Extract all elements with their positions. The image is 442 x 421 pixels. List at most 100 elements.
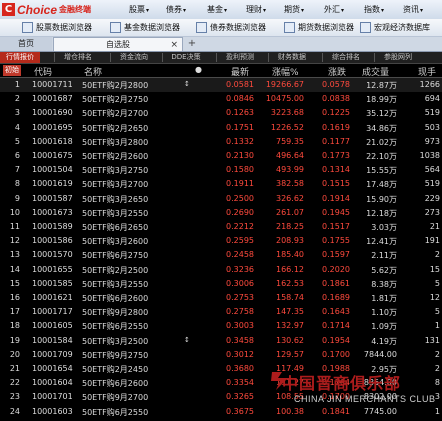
row-index: 19 (9, 335, 20, 345)
row-change: 0.1177 (322, 136, 350, 146)
column-header-price[interactable]: 最新 (231, 65, 249, 78)
row-index: 23 (9, 392, 20, 402)
table-row[interactable]: 4 10001695 50ETF购2月2650 0.1751 1226.52 0.1619… (0, 121, 442, 135)
row-change: 0.1515 (322, 179, 350, 189)
table-row[interactable]: 15 10001585 50ETF购3月2550 0.3006 162.53 0.1861… (0, 277, 442, 291)
table-row[interactable]: 3 10001690 50ETF购2月2700 0.1263 3223.68 0.1225… (0, 106, 442, 120)
row-code: 10001675 (32, 151, 73, 160)
row-name: 50ETF购2月2450 (82, 365, 149, 374)
row-change-pct: 382.58 (276, 179, 304, 189)
row-index: 15 (9, 278, 20, 288)
function-tab[interactable]: 资金流向 (114, 52, 154, 63)
function-tab[interactable]: 增仓排名 (58, 52, 98, 63)
table-row[interactable]: 6 10001675 50ETF购2月2600 0.2130 496.64 0.1773 2… (0, 149, 442, 163)
function-tab[interactable]: 盈利预测 (220, 52, 260, 63)
row-name: 50ETF购3月2650 (82, 194, 149, 204)
row-name: 50ETF购2月2600 (82, 152, 149, 161)
menu-item[interactable]: 指数▾ (364, 4, 384, 15)
row-price: 0.3675 (226, 406, 254, 416)
toolbar-button[interactable]: 宏观经济数据库 (360, 22, 430, 33)
table-row[interactable]: 14 10001655 50ETF购2月2500 0.3236 166.12 0.2020… (0, 263, 442, 277)
table-row[interactable]: 16 10001621 50ETF购6月2600 0.2753 158.74 0.1689… (0, 291, 442, 305)
row-current-lot: 519 (424, 179, 440, 189)
table-row[interactable]: 19 10001584 50ETF购3月2500 ↕ 0.3458 130.62 0.195… (0, 334, 442, 348)
table-row[interactable]: 13 10001570 50ETF购6月2750 0.2458 185.40 0.1597… (0, 248, 442, 262)
table-row[interactable]: 17 10001717 50ETF购9月2800 0.2758 147.35 0.1643… (0, 305, 442, 319)
column-header-change-pct[interactable]: 涨幅% (272, 65, 299, 78)
row-change-pct: 162.53 (276, 278, 304, 288)
toolbar-button[interactable]: 基金数据浏览器 (110, 22, 180, 33)
column-header-current-lot[interactable]: 现手 (418, 65, 436, 78)
menu-item[interactable]: 股票▾ (129, 4, 149, 15)
function-tab[interactable]: 综合排名 (326, 52, 366, 63)
row-price: 0.0581 (226, 80, 254, 89)
row-name: 50ETF购9月2750 (82, 350, 149, 360)
column-header-change[interactable]: 涨跌 (328, 65, 346, 78)
table-row[interactable]: 12 10001586 50ETF购3月2600 0.2595 208.93 0.1755… (0, 234, 442, 248)
table-row[interactable]: 20 10001709 50ETF购9月2750 0.3012 129.57 0.1700… (0, 348, 442, 362)
row-name: 50ETF购9月2800 (82, 308, 149, 318)
row-volume: 4.19万 (371, 336, 397, 346)
column-header-volume[interactable]: 成交量 (362, 65, 389, 78)
row-change: 0.1861 (322, 278, 350, 288)
menu-item[interactable]: 基金▾ (207, 4, 227, 15)
row-volume: 15.90万 (366, 194, 397, 204)
row-change-pct: 158.74 (276, 293, 304, 302)
row-current-lot: 2 (434, 250, 440, 260)
row-change: 0.1914 (322, 193, 350, 203)
menu-item[interactable]: 理财▾ (246, 4, 266, 15)
row-change: 0.1945 (322, 207, 350, 217)
add-tab-button[interactable]: + (186, 37, 198, 51)
close-icon[interactable]: × (170, 38, 178, 52)
toolbar-button-label: 股票数据浏览器 (36, 23, 92, 32)
row-index: 9 (14, 193, 20, 203)
table-row[interactable]: 18 10001605 50ETF购6月2550 0.3003 132.97 0.1714… (0, 319, 442, 333)
row-change: 0.1225 (322, 108, 350, 118)
row-name: 50ETF购6月2600 (82, 294, 149, 303)
row-current-lot: 519 (424, 108, 440, 118)
function-tab[interactable]: 参股网列 (378, 52, 418, 63)
table-row[interactable]: 8 10001619 50ETF购3月2700 0.1911 382.58 0.1515 1… (0, 177, 442, 191)
menu-item[interactable]: 债券▾ (166, 4, 186, 15)
row-index: 7 (14, 165, 20, 175)
row-current-lot: 191 (424, 236, 440, 246)
row-price: 0.2595 (226, 236, 254, 246)
column-header-initial[interactable]: 初始 (3, 65, 21, 76)
table-row[interactable]: 2 10001687 50ETF购2月2750 0.0846 10475.00 0.083… (0, 92, 442, 106)
table-row[interactable]: 1 10001711 50ETF购2月2800 ↕ 0.0581 19266.67 0.05… (0, 78, 442, 93)
row-change-pct: 208.93 (276, 236, 304, 246)
row-code: 10001673 (32, 207, 73, 217)
quick-toolbar: 股票数据浏览器 基金数据浏览器 债券数据浏览器 期货数据浏览器 宏观经济数据库 (0, 19, 442, 37)
row-price: 0.1332 (226, 136, 254, 146)
table-row[interactable]: 10 10001673 50ETF购3月2550 0.2690 261.07 0.1945… (0, 206, 442, 220)
chevron-down-icon: ▾ (301, 7, 305, 14)
tab-home[interactable]: 首页 (0, 37, 52, 51)
row-volume: 1.09万 (371, 322, 397, 332)
menu-item[interactable]: 资讯▾ (403, 4, 423, 15)
function-tab[interactable]: DDE决策 (166, 52, 206, 63)
watermark-subtitle: CHINA JIN MERCHANTS CLUB (294, 394, 436, 404)
toolbar-button[interactable]: 期货数据浏览器 (284, 22, 354, 33)
toolbar-button-label: 债券数据浏览器 (210, 23, 266, 32)
column-header-name[interactable]: 名称 (84, 65, 102, 78)
table-row[interactable]: 11 10001589 50ETF购6月2650 0.2212 218.25 0.1517… (0, 220, 442, 234)
function-tab[interactable]: 财务数据 (272, 52, 312, 63)
toolbar-button[interactable]: 债券数据浏览器 (196, 22, 266, 33)
row-name: 50ETF购3月2550 (82, 208, 149, 218)
table-row[interactable]: 9 10001587 50ETF购3月2650 0.2500 326.62 0.1914 1… (0, 192, 442, 206)
tab-watchlist[interactable]: 自选股 × (53, 37, 183, 51)
row-change-pct: 759.35 (276, 136, 304, 146)
row-code: 10001586 (32, 236, 73, 246)
function-tab[interactable]: 行情报价 (0, 52, 40, 63)
table-row[interactable]: 5 10001618 50ETF购3月2800 0.1332 759.35 0.1177 2… (0, 135, 442, 149)
row-price: 0.3354 (226, 378, 254, 388)
column-header-code[interactable]: 代码 (34, 65, 52, 78)
table-row[interactable]: 7 10001504 50ETF购3月2750 0.1580 493.99 0.1314 1… (0, 163, 442, 177)
choice-logo-icon: C (2, 3, 15, 16)
toolbar-button[interactable]: 股票数据浏览器 (22, 22, 92, 33)
row-name: 50ETF购3月2750 (82, 166, 149, 176)
menu-item[interactable]: 期货▾ (284, 4, 304, 15)
menu-item[interactable]: 外汇▾ (324, 4, 344, 15)
menu-item-label: 指数 (364, 5, 380, 14)
row-current-lot: 5 (434, 307, 440, 317)
